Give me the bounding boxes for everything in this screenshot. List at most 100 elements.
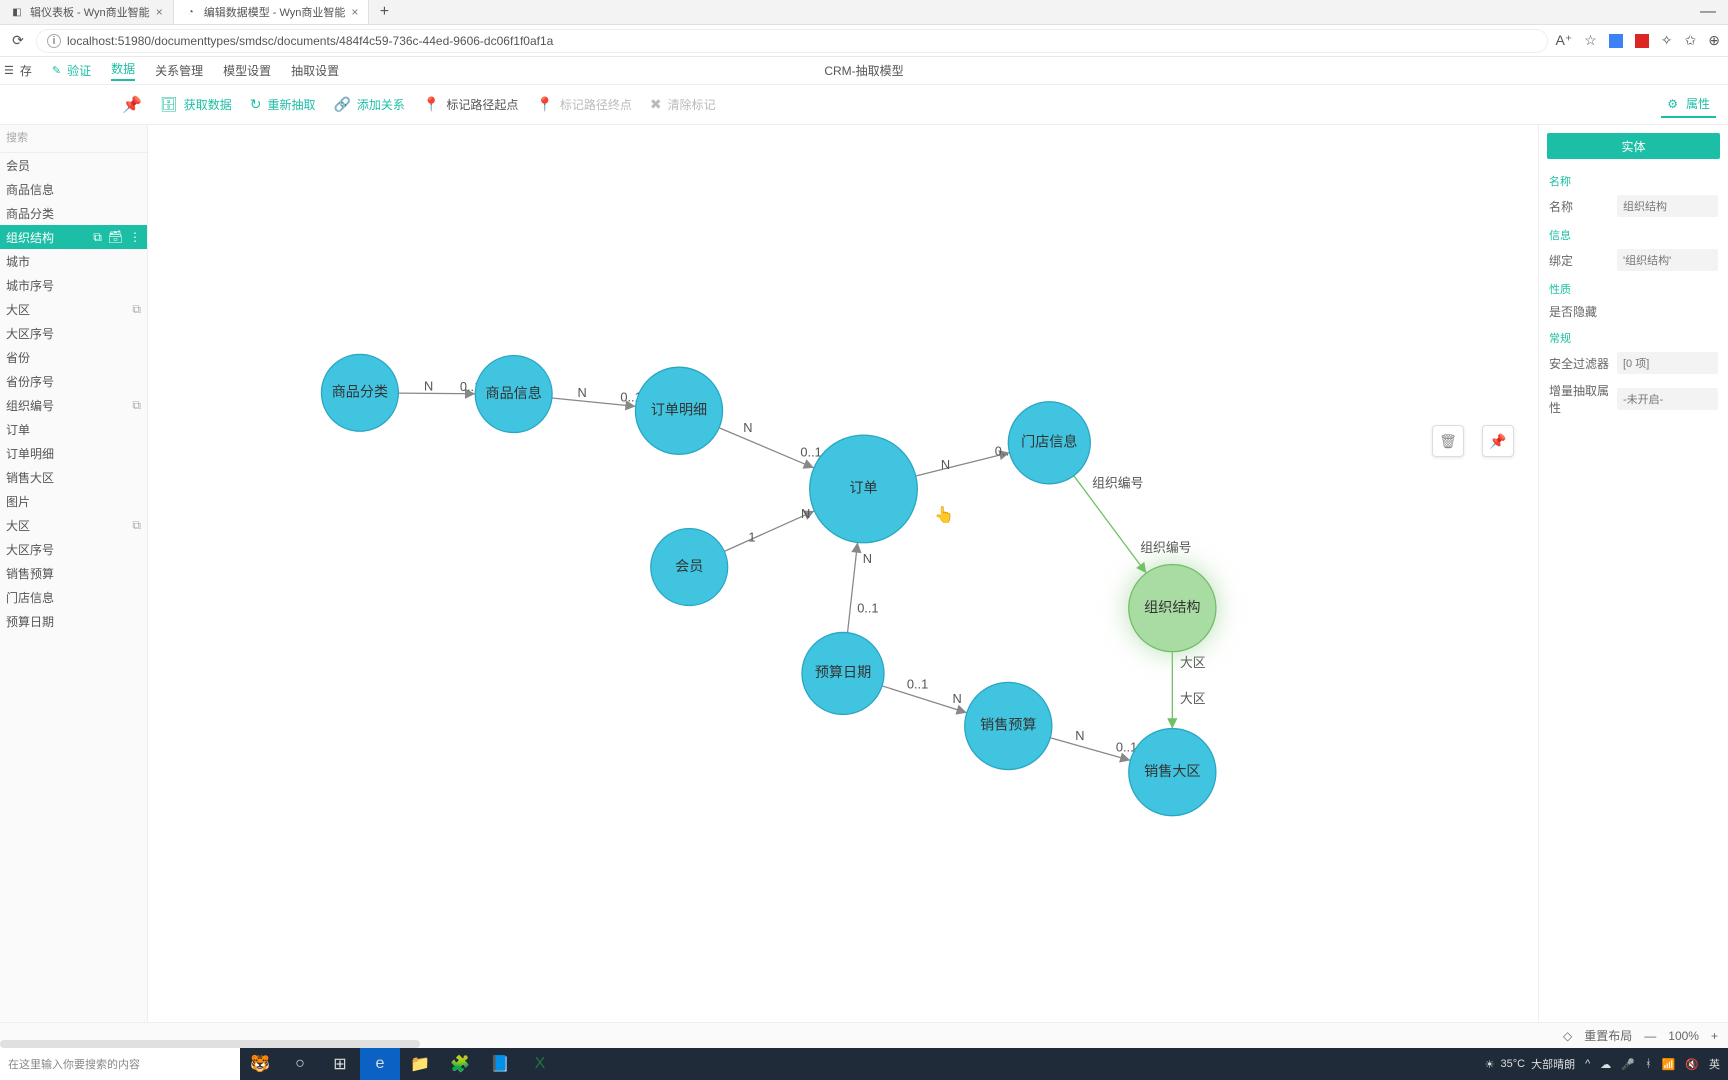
taskbar-explorer[interactable]: 📁 xyxy=(400,1048,440,1080)
search-input[interactable]: 搜索 xyxy=(0,125,147,153)
browser-tab-1[interactable]: ◔ 编辑数据模型 - Wyn商业智能 × xyxy=(174,0,370,24)
sidebar-item-13[interactable]: 销售大区 xyxy=(0,465,147,489)
close-icon[interactable]: × xyxy=(351,5,358,19)
sidebar-item-10[interactable]: 组织编号⧉ xyxy=(0,393,147,417)
delete-node-button[interactable]: 🗑 xyxy=(1432,425,1464,457)
minimize-button[interactable]: — xyxy=(1688,3,1728,21)
favorite-icon[interactable]: ☆ xyxy=(1584,32,1597,49)
sidebar-item-5[interactable]: 城市序号 xyxy=(0,273,147,297)
sidebar-item-4[interactable]: 城市 xyxy=(0,249,147,273)
refresh-icon: ↻ xyxy=(250,96,262,113)
sidebar-item-1[interactable]: 商品信息 xyxy=(0,177,147,201)
tray-cloud-icon[interactable]: ☁ xyxy=(1600,1058,1611,1071)
edge[interactable] xyxy=(848,542,858,632)
tray-mic-icon[interactable]: 🎤 xyxy=(1621,1058,1635,1071)
sidebar-item-label: 销售预算 xyxy=(6,565,54,582)
sliders-icon: ⚙ xyxy=(1667,97,1678,111)
pin-node-button[interactable]: 📌 xyxy=(1482,425,1514,457)
prop-incr-value[interactable]: -未开启- xyxy=(1617,388,1718,410)
taskbar-notepad[interactable]: 📘 xyxy=(480,1048,520,1080)
browser-tab-0[interactable]: ◧ 辑仪表板 - Wyn商业智能 × xyxy=(0,0,174,24)
weather-widget[interactable]: ☀ 35°C 大部晴朗 xyxy=(1485,1056,1575,1072)
zoom-out-button[interactable]: — xyxy=(1644,1029,1656,1043)
menu-relationship[interactable]: 关系管理 xyxy=(155,62,203,79)
menu-save[interactable]: 存 xyxy=(4,62,32,79)
taskbar-search[interactable]: 在这里输入你要搜索的内容 xyxy=(0,1048,240,1080)
url-text: localhost:51980/documenttypes/smdsc/docu… xyxy=(67,34,553,48)
sidebar-item-15[interactable]: 大区⧉ xyxy=(0,513,147,537)
taskbar-taskview[interactable]: ⊞ xyxy=(320,1048,360,1080)
favorites-icon[interactable]: ✩ xyxy=(1685,32,1697,49)
sidebar-item-label: 会员 xyxy=(6,157,30,174)
sidebar-item-9[interactable]: 省份序号 xyxy=(0,369,147,393)
taskbar-excel[interactable]: X xyxy=(520,1048,560,1080)
tray-bluetooth-icon[interactable]: ᚼ xyxy=(1645,1058,1652,1070)
properties-tab[interactable]: ⚙ 属性 xyxy=(1661,91,1716,118)
sidebar-item-16[interactable]: 大区序号 xyxy=(0,537,147,561)
sidebar-item-12[interactable]: 订单明细 xyxy=(0,441,147,465)
tray-chevron-icon[interactable]: ^ xyxy=(1585,1058,1590,1070)
graph-canvas[interactable]: N0..1N0..1N0..1N0..1组织编号组织编号1N0..1N0..1N… xyxy=(148,125,1538,1022)
ext-icon-1[interactable] xyxy=(1609,34,1623,48)
section-nature: 性质 xyxy=(1539,275,1728,299)
more-icon[interactable]: ⋮ xyxy=(129,230,141,245)
tray-sound-icon[interactable]: 🔇 xyxy=(1685,1058,1699,1071)
site-info-icon[interactable]: i xyxy=(47,34,61,48)
add-relation-button[interactable]: 🔗添加关系 xyxy=(333,96,404,113)
url-field[interactable]: i localhost:51980/documenttypes/smdsc/do… xyxy=(36,29,1548,53)
sidebar-item-0[interactable]: 会员 xyxy=(0,153,147,177)
ext-icon-2[interactable] xyxy=(1635,34,1649,48)
schema-icon[interactable]: ⧉ xyxy=(93,230,102,245)
taskbar-edge[interactable]: e xyxy=(360,1048,400,1080)
sidebar-item-14[interactable]: 图片 xyxy=(0,489,147,513)
relayout-button[interactable]: 重置布局 xyxy=(1584,1027,1632,1044)
graph-node-label: 订单明细 xyxy=(651,401,707,417)
sidebar-item-2[interactable]: 商品分类 xyxy=(0,201,147,225)
extensions-icon[interactable]: ✧ xyxy=(1661,32,1673,49)
sidebar-item-6[interactable]: 大区⧉ xyxy=(0,297,147,321)
sidebar-item-19[interactable]: 预算日期 xyxy=(0,609,147,633)
menu-model-settings[interactable]: 模型设置 xyxy=(223,62,271,79)
taskbar-store[interactable]: 🧩 xyxy=(440,1048,480,1080)
sidebar-item-label: 销售大区 xyxy=(6,469,54,486)
mark-start-button[interactable]: 📍标记路径起点 xyxy=(423,96,518,113)
prop-incr-label: 增量抽取属性 xyxy=(1549,382,1609,416)
new-tab-button[interactable]: + xyxy=(369,3,399,21)
taskbar-start[interactable]: ○ xyxy=(280,1048,320,1080)
menu-data[interactable]: 数据 xyxy=(111,60,135,81)
sidebar-item-11[interactable]: 订单 xyxy=(0,417,147,441)
reload-button[interactable]: ⟳ xyxy=(8,32,28,49)
reextract-button[interactable]: ↻重新抽取 xyxy=(250,96,316,113)
sidebar-item-label: 省份序号 xyxy=(6,373,54,390)
sidebar-item-17[interactable]: 销售预算 xyxy=(0,561,147,585)
table-icon[interactable]: 🗃 xyxy=(108,230,123,245)
collections-icon[interactable]: ⊕ xyxy=(1708,32,1720,49)
sidebar-item-7[interactable]: 大区序号 xyxy=(0,321,147,345)
pin-icon[interactable]: 📌 xyxy=(122,95,142,115)
sidebar-item-3[interactable]: 组织结构⧉🗃⋮ xyxy=(0,225,147,249)
sidebar-item-8[interactable]: 省份 xyxy=(0,345,147,369)
close-icon[interactable]: × xyxy=(156,5,163,19)
graph-node-label: 预算日期 xyxy=(815,664,871,680)
zoom-in-button[interactable]: + xyxy=(1711,1029,1718,1043)
node-mini-toolbar: 🗑 📌 xyxy=(1432,425,1514,457)
edge-label: N xyxy=(941,457,950,472)
entity-list-panel: 搜索 会员商品信息商品分类组织结构⧉🗃⋮城市城市序号大区⧉大区序号省份省份序号组… xyxy=(0,125,148,1022)
tray-ime[interactable]: 英 xyxy=(1709,1056,1720,1072)
sidebar-item-label: 门店信息 xyxy=(6,589,54,606)
text-size-icon[interactable]: A⁺ xyxy=(1556,32,1573,49)
entity-header: 实体 xyxy=(1547,133,1720,159)
relayout-icon[interactable]: ◇ xyxy=(1563,1029,1572,1043)
tray-wifi-icon[interactable]: 📶 xyxy=(1662,1058,1676,1071)
edge-label: 0..1 xyxy=(857,600,878,615)
prop-name-value[interactable]: 组织结构 xyxy=(1617,195,1718,217)
sidebar-item-label: 大区序号 xyxy=(6,325,54,342)
edge-label: 组织编号 xyxy=(1140,540,1191,555)
h-scrollbar[interactable] xyxy=(0,1040,420,1048)
menu-validate[interactable]: 验证 xyxy=(52,62,91,79)
menu-extract-settings[interactable]: 抽取设置 xyxy=(291,62,339,79)
prop-bind-value[interactable]: '组织结构' xyxy=(1617,249,1718,271)
prop-secfilter-value[interactable]: [0 项] xyxy=(1617,352,1718,374)
fetch-data-button[interactable]: 🗄获取数据 xyxy=(160,96,232,113)
sidebar-item-18[interactable]: 门店信息 xyxy=(0,585,147,609)
